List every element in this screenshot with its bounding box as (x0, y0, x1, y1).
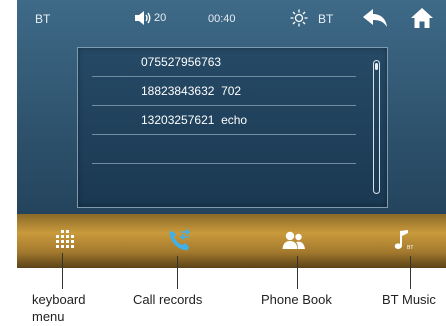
callout-phone-book: Phone Book (261, 292, 332, 307)
scrollbar-thumb[interactable] (375, 63, 378, 70)
list-item[interactable]: 075527956763 (92, 48, 356, 77)
keypad-button[interactable] (53, 228, 79, 252)
call-records-icon (169, 228, 191, 251)
callout-line (177, 256, 178, 289)
list-item-text: 13203257621 echo (141, 113, 248, 127)
phone-book-button[interactable] (281, 228, 307, 252)
call-list: 075527956763 18823843632 702 13203257621… (78, 48, 368, 193)
keypad-icon (56, 230, 74, 248)
list-item-text: 18823843632 702 (141, 84, 242, 98)
speaker-icon (135, 11, 151, 25)
callout-line (410, 256, 411, 289)
clock-time: 00:40 (208, 13, 236, 25)
callout-call-records: Call records (133, 292, 203, 307)
list-item[interactable] (92, 135, 356, 164)
list-item[interactable]: 13203257621 echo (92, 106, 356, 135)
list-item[interactable]: 18823843632 702 (92, 77, 356, 106)
phone-book-icon (282, 231, 305, 249)
list-item[interactable] (92, 164, 356, 193)
volume-level: 20 (154, 12, 167, 24)
call-records-button[interactable] (167, 228, 193, 252)
callout-bt-music: BT Music (382, 292, 436, 307)
home-icon[interactable] (410, 6, 434, 30)
callout-line (62, 253, 63, 289)
back-arrow-icon[interactable] (362, 8, 388, 30)
bt-mode-label[interactable]: BT (318, 12, 333, 26)
callout-keyboard-menu: keyboard menu (32, 292, 86, 324)
volume-indicator[interactable]: 20 (134, 10, 166, 26)
callout-line (297, 256, 298, 289)
bt-music-icon: BT (394, 230, 413, 251)
bt-music-button[interactable]: BT (392, 228, 418, 252)
list-item-text: 075527956763 (141, 55, 222, 69)
bt-badge-text: BT (407, 245, 413, 251)
call-list-panel: 075527956763 18823843632 702 13203257621… (77, 47, 388, 208)
bottom-nav-bar: BT (17, 214, 446, 268)
brightness-icon[interactable] (290, 9, 308, 27)
scrollbar-track[interactable] (373, 60, 380, 194)
status-bar: BT 20 00:40 BT (17, 0, 446, 40)
bt-status-label[interactable]: BT (35, 12, 50, 26)
